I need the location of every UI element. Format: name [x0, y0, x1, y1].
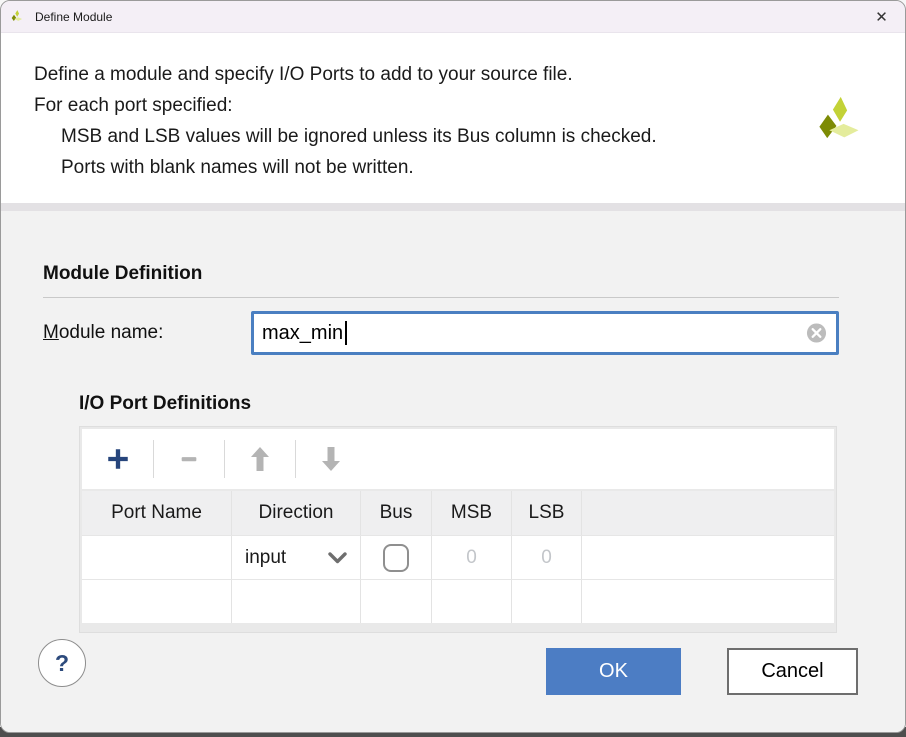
window-title: Define Module [35, 10, 112, 24]
text-caret [345, 321, 347, 345]
msb-cell[interactable] [432, 580, 512, 623]
toolbar-separator [224, 440, 225, 478]
ports-table-header: Port Name Direction Bus MSB LSB [82, 491, 834, 535]
direction-dropdown[interactable]: input [232, 536, 361, 579]
module-definition-title: Module Definition [43, 263, 202, 285]
io-port-definitions-title: I/O Port Definitions [79, 393, 251, 415]
module-name-input[interactable]: max_min [251, 311, 839, 355]
instruction-line: Define a module and specify I/O Ports to… [34, 59, 905, 90]
define-module-dialog: Define Module ✕ Define a module and spec… [0, 0, 906, 733]
section-rule [43, 297, 839, 298]
instruction-line: Ports with blank names will not be writt… [34, 152, 905, 183]
dialog-header: Define a module and specify I/O Ports to… [1, 33, 905, 203]
module-name-value: max_min [262, 322, 343, 345]
ok-button[interactable]: OK [546, 648, 681, 695]
row-spacer-cell [582, 536, 834, 579]
port-name-cell[interactable] [82, 580, 232, 623]
clear-input-icon[interactable] [806, 323, 827, 344]
move-port-up-button[interactable] [242, 439, 278, 479]
bus-cell[interactable] [361, 580, 432, 623]
lsb-cell[interactable] [512, 580, 582, 623]
column-header-bus: Bus [361, 491, 432, 535]
arrow-down-icon [321, 446, 341, 472]
minus-icon [178, 448, 200, 470]
bus-cell [361, 536, 432, 579]
io-ports-panel: Port Name Direction Bus MSB LSB input 0 … [79, 426, 837, 633]
help-button[interactable]: ? [38, 639, 86, 687]
direction-value: input [245, 547, 286, 569]
port-row-empty [82, 579, 834, 623]
port-row: input 0 0 [82, 535, 834, 579]
remove-port-button[interactable] [171, 439, 207, 479]
vivado-logo [813, 83, 877, 159]
cancel-button[interactable]: Cancel [727, 648, 858, 695]
msb-cell[interactable]: 0 [432, 536, 512, 579]
column-header-direction: Direction [232, 491, 361, 535]
plus-icon [105, 446, 131, 472]
port-name-cell[interactable] [82, 536, 232, 579]
instruction-line: MSB and LSB values will be ignored unles… [34, 121, 905, 152]
row-spacer-cell [582, 580, 834, 623]
instruction-line: For each port specified: [34, 90, 905, 121]
move-port-down-button[interactable] [313, 439, 349, 479]
column-header-msb: MSB [432, 491, 512, 535]
column-header-port-name: Port Name [82, 491, 232, 535]
vivado-logo-icon [10, 8, 27, 25]
ports-toolbar [82, 429, 834, 489]
column-header-spacer [582, 491, 834, 535]
bus-checkbox[interactable] [383, 544, 409, 572]
toolbar-separator [295, 440, 296, 478]
screen-background: Define Module ✕ Define a module and spec… [0, 0, 906, 737]
instructions: Define a module and specify I/O Ports to… [1, 33, 905, 183]
lsb-cell[interactable]: 0 [512, 536, 582, 579]
close-icon[interactable]: ✕ [858, 1, 905, 32]
column-header-lsb: LSB [512, 491, 582, 535]
add-port-button[interactable] [100, 439, 136, 479]
titlebar[interactable]: Define Module ✕ [1, 1, 905, 33]
header-divider [1, 203, 905, 211]
module-name-label: Module name: [43, 322, 251, 344]
dialog-body: Module Definition Module name: max_min I… [1, 211, 905, 732]
module-name-row: Module name: max_min [43, 311, 839, 355]
arrow-up-icon [250, 446, 270, 472]
chevron-down-icon [328, 552, 347, 564]
toolbar-separator [153, 440, 154, 478]
direction-cell[interactable] [232, 580, 361, 623]
